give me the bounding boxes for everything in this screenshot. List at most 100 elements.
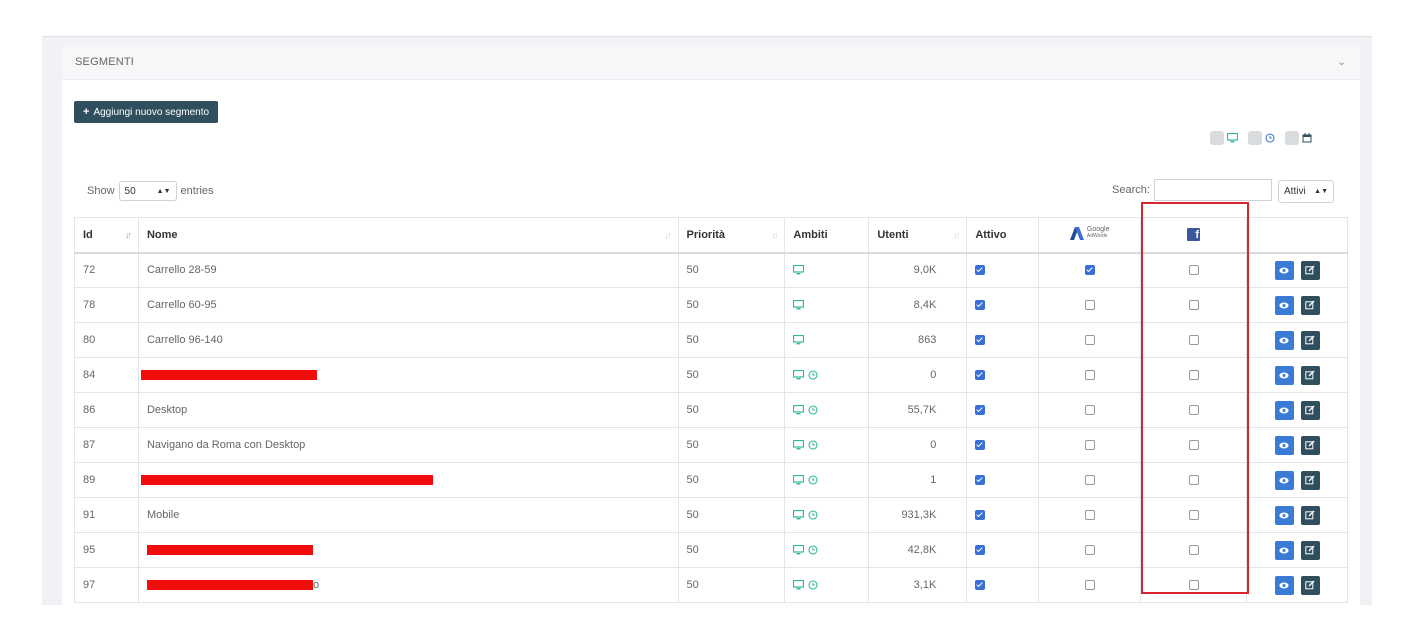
attivo-checkbox[interactable]: [975, 335, 986, 346]
entries-select[interactable]: 50 ▲▼: [118, 181, 177, 201]
eye-icon: [1279, 302, 1289, 308]
attivo-checkbox[interactable]: [975, 300, 986, 311]
table-row[interactable]: 86 Desktop 50 55,7K: [74, 392, 1348, 428]
edit-button[interactable]: [1300, 575, 1320, 595]
attivo-checkbox[interactable]: [975, 510, 986, 521]
facebook-checkbox[interactable]: [1188, 545, 1199, 556]
edit-button[interactable]: [1300, 505, 1320, 525]
edit-button[interactable]: [1300, 295, 1320, 315]
adwords-checkbox[interactable]: [1084, 300, 1095, 311]
filter-calendar-toggle[interactable]: [1285, 131, 1299, 145]
attivo-checkbox[interactable]: [975, 545, 986, 556]
view-button[interactable]: [1274, 400, 1294, 420]
col-utenti[interactable]: Utenti ↓↑: [868, 217, 968, 254]
col-nome-label: Nome: [146, 228, 178, 241]
table-row[interactable]: 91 Mobile 50 931,3K: [74, 497, 1348, 533]
col-ambiti[interactable]: Ambiti: [784, 217, 870, 254]
facebook-checkbox[interactable]: [1188, 510, 1199, 521]
table-row[interactable]: 84 50 0: [74, 357, 1348, 393]
facebook-checkbox[interactable]: [1188, 475, 1199, 486]
clock-icon: [1265, 133, 1275, 143]
col-adwords[interactable]: Google AdWords: [1038, 217, 1142, 254]
facebook-checkbox[interactable]: [1188, 440, 1199, 451]
view-button[interactable]: [1274, 260, 1294, 280]
view-button[interactable]: [1274, 295, 1294, 315]
filter-desktop[interactable]: [1210, 131, 1238, 145]
attivo-cell: [966, 252, 1040, 288]
adwords-checkbox[interactable]: [1084, 510, 1095, 521]
search-input[interactable]: [1153, 179, 1272, 201]
attivo-cell: [966, 322, 1040, 358]
cell-ambiti: [784, 427, 870, 463]
attivo-checkbox[interactable]: [975, 580, 986, 591]
filter-time[interactable]: [1248, 131, 1275, 145]
table-row[interactable]: 87 Navigano da Roma con Desktop 50 0: [74, 427, 1348, 463]
view-button[interactable]: [1274, 505, 1294, 525]
col-attivo[interactable]: Attivo: [966, 217, 1040, 254]
cell-actions: [1246, 567, 1348, 603]
adwords-cell: [1038, 567, 1142, 603]
cell-ambiti: [784, 567, 870, 603]
panel-header[interactable]: SEGMENTI ⌄: [62, 45, 1360, 80]
edit-button[interactable]: [1300, 470, 1320, 490]
facebook-checkbox[interactable]: [1188, 265, 1199, 276]
col-nome[interactable]: Nome ↓↑: [137, 217, 679, 254]
edit-button[interactable]: [1300, 435, 1320, 455]
filter-calendar[interactable]: [1285, 131, 1312, 145]
col-priorita[interactable]: Priorità ↓↑: [677, 217, 786, 254]
adwords-checkbox[interactable]: [1084, 580, 1095, 591]
adwords-checkbox[interactable]: [1084, 475, 1095, 486]
cell-utenti: 931,3K: [868, 497, 968, 533]
edit-icon: [1305, 300, 1315, 310]
facebook-checkbox[interactable]: [1188, 405, 1199, 416]
entries-value: 50: [124, 185, 136, 197]
attivo-checkbox[interactable]: [975, 405, 986, 416]
filter-time-toggle[interactable]: [1248, 131, 1262, 145]
chevron-down-icon[interactable]: ⌄: [1337, 57, 1346, 68]
facebook-checkbox[interactable]: [1188, 335, 1199, 346]
eye-icon: [1279, 582, 1289, 588]
view-button[interactable]: [1274, 330, 1294, 350]
desktop-icon: [793, 265, 805, 275]
view-button[interactable]: [1274, 435, 1294, 455]
adwords-checkbox[interactable]: [1084, 545, 1095, 556]
attivo-checkbox[interactable]: [975, 370, 986, 381]
google-adwords-icon: Google AdWords: [1069, 226, 1110, 240]
table-row[interactable]: 80 Carrello 96-140 50 863: [74, 322, 1348, 358]
edit-button[interactable]: [1300, 540, 1320, 560]
filter-desktop-toggle[interactable]: [1210, 131, 1224, 145]
facebook-checkbox[interactable]: [1188, 300, 1199, 311]
attivo-checkbox[interactable]: [975, 440, 986, 451]
view-button[interactable]: [1274, 540, 1294, 560]
add-segment-button[interactable]: + Aggiungi nuovo segmento: [74, 101, 219, 123]
edit-button[interactable]: [1300, 365, 1320, 385]
attivo-checkbox[interactable]: [975, 265, 986, 276]
cell-utenti: 1: [868, 462, 968, 498]
edit-button[interactable]: [1300, 400, 1320, 420]
adwords-cell: [1038, 357, 1142, 393]
adwords-checkbox[interactable]: [1084, 265, 1095, 276]
redaction-bar: [140, 370, 317, 381]
col-id[interactable]: Id ↓↑: [74, 217, 139, 254]
table-row[interactable]: 97 o 50 3,1K: [74, 567, 1348, 603]
adwords-checkbox[interactable]: [1084, 440, 1095, 451]
cell-id: 80: [74, 322, 139, 358]
table-row[interactable]: 72 Carrello 28-59 50 9,0K: [74, 252, 1348, 288]
attivo-cell: [966, 392, 1040, 428]
edit-button[interactable]: [1300, 330, 1320, 350]
view-button[interactable]: [1274, 575, 1294, 595]
table-row[interactable]: 95 50 42,8K: [74, 532, 1348, 568]
adwords-checkbox[interactable]: [1084, 405, 1095, 416]
facebook-checkbox[interactable]: [1188, 370, 1199, 381]
view-button[interactable]: [1274, 365, 1294, 385]
adwords-checkbox[interactable]: [1084, 335, 1095, 346]
adwords-checkbox[interactable]: [1084, 370, 1095, 381]
table-row[interactable]: 89 50 1: [74, 462, 1348, 498]
table-row[interactable]: 78 Carrello 60-95 50 8,4K: [74, 287, 1348, 323]
edit-button[interactable]: [1300, 260, 1320, 280]
status-filter-select[interactable]: Attivi ▲▼: [1278, 180, 1334, 203]
col-facebook[interactable]: f: [1140, 217, 1248, 254]
view-button[interactable]: [1274, 470, 1294, 490]
attivo-checkbox[interactable]: [975, 475, 986, 486]
facebook-checkbox[interactable]: [1188, 580, 1199, 591]
